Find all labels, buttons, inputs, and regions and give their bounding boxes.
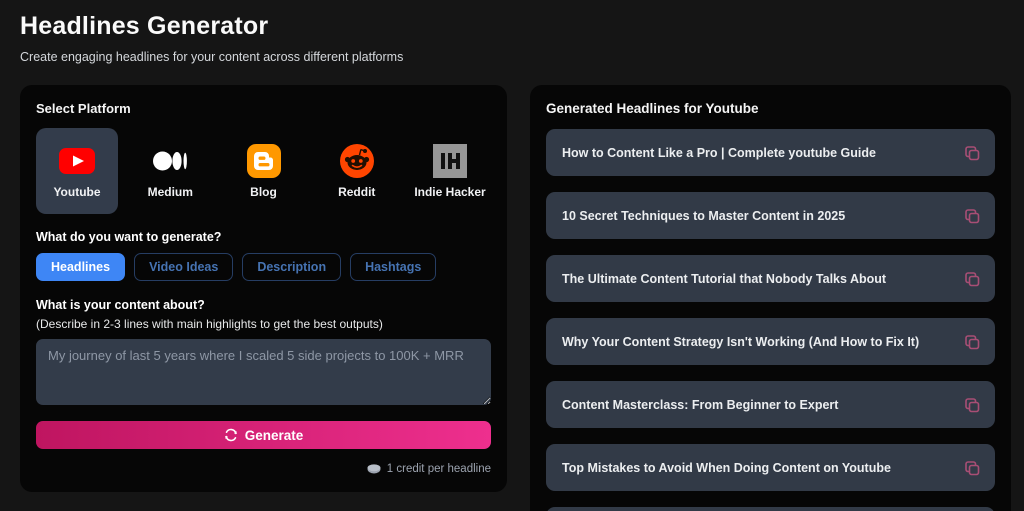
platform-row: Youtube Medium [36, 128, 491, 214]
indie-hackers-icon [433, 143, 467, 179]
headline-list: How to Content Like a Pro | Complete you… [546, 129, 995, 511]
headline-text: The Ultimate Content Tutorial that Nobod… [562, 272, 959, 286]
page-subtitle: Create engaging headlines for your conte… [20, 50, 403, 64]
copy-headline-button[interactable] [959, 140, 985, 166]
content-about-label: What is your content about? [36, 298, 491, 312]
headline-card: Why Your Content Strategy Isn't Working … [546, 318, 995, 365]
youtube-icon [59, 143, 95, 179]
platform-reddit[interactable]: Reddit [316, 128, 398, 214]
platform-blog[interactable]: Blog [223, 128, 305, 214]
select-platform-label: Select Platform [36, 101, 491, 116]
headline-card-partial [546, 507, 995, 511]
headline-text: How to Content Like a Pro | Complete you… [562, 146, 959, 160]
platform-medium[interactable]: Medium [129, 128, 211, 214]
results-panel: Generated Headlines for Youtube How to C… [530, 85, 1011, 511]
headline-text: Content Masterclass: From Beginner to Ex… [562, 398, 959, 412]
type-button-video-ideas[interactable]: Video Ideas [134, 253, 233, 281]
copy-headline-button[interactable] [959, 203, 985, 229]
copy-headline-button[interactable] [959, 266, 985, 292]
generate-button[interactable]: Generate [36, 421, 491, 449]
generate-button-label: Generate [245, 428, 304, 443]
refresh-icon [224, 428, 238, 442]
credit-note: 1 credit per headline [36, 463, 491, 475]
headline-card: The Ultimate Content Tutorial that Nobod… [546, 255, 995, 302]
platform-label: Blog [250, 186, 277, 200]
results-title: Generated Headlines for Youtube [546, 101, 995, 116]
headline-card: How to Content Like a Pro | Complete you… [546, 129, 995, 176]
generator-panel: Select Platform Youtube [20, 85, 507, 492]
headline-text: Why Your Content Strategy Isn't Working … [562, 335, 959, 349]
platform-label: Youtube [53, 186, 100, 200]
headline-text: Top Mistakes to Avoid When Doing Content… [562, 461, 959, 475]
type-button-description[interactable]: Description [242, 253, 341, 281]
headline-card: Top Mistakes to Avoid When Doing Content… [546, 444, 995, 491]
headlines-generator-app: Headlines Generator Create engaging head… [0, 0, 1024, 511]
headline-text: 10 Secret Techniques to Master Content i… [562, 209, 959, 223]
type-button-hashtags[interactable]: Hashtags [350, 253, 436, 281]
content-input[interactable] [36, 339, 491, 405]
copy-headline-button[interactable] [959, 455, 985, 481]
credit-note-text: 1 credit per headline [387, 463, 491, 475]
medium-icon [153, 143, 187, 179]
reddit-icon [340, 143, 374, 179]
page-header: Headlines Generator Create engaging head… [20, 12, 403, 64]
content-about-hint: (Describe in 2-3 lines with main highlig… [36, 317, 491, 331]
platform-label: Indie Hacker [414, 186, 485, 200]
platform-label: Reddit [338, 186, 375, 200]
generate-type-row: Headlines Video Ideas Description Hashta… [36, 253, 491, 281]
coin-icon [367, 464, 381, 474]
blogger-icon [247, 143, 281, 179]
generate-type-label: What do you want to generate? [36, 230, 491, 244]
copy-headline-button[interactable] [959, 329, 985, 355]
headline-card: 10 Secret Techniques to Master Content i… [546, 192, 995, 239]
page-title: Headlines Generator [20, 12, 403, 41]
platform-youtube[interactable]: Youtube [36, 128, 118, 214]
platform-label: Medium [148, 186, 193, 200]
type-button-headlines[interactable]: Headlines [36, 253, 125, 281]
copy-headline-button[interactable] [959, 392, 985, 418]
platform-indie-hacker[interactable]: Indie Hacker [409, 128, 491, 214]
headline-card: Content Masterclass: From Beginner to Ex… [546, 381, 995, 428]
